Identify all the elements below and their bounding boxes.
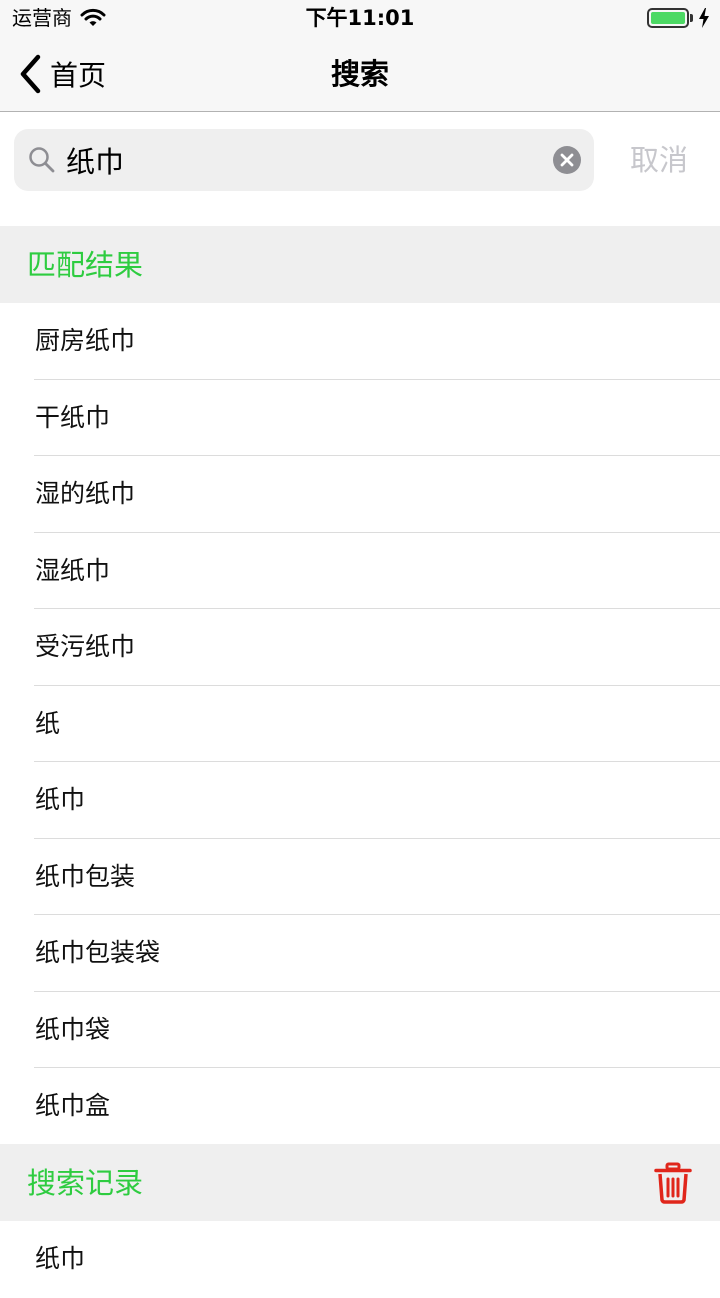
battery-indicator <box>647 8 710 28</box>
section-header-history: 搜索记录 <box>0 1144 720 1221</box>
list-item[interactable]: 纸巾 <box>0 1221 720 1298</box>
charging-bolt-icon <box>699 8 709 28</box>
matches-list: 厨房纸巾干纸巾湿的纸巾湿纸巾受污纸巾纸纸巾纸巾包装纸巾包装袋纸巾袋纸巾盒 <box>0 303 720 1145</box>
list-item-label: 纸巾包装 <box>35 861 136 891</box>
list-item[interactable]: 湿纸巾 <box>0 533 720 610</box>
section-title-history: 搜索记录 <box>27 1166 144 1200</box>
list-item-label: 纸巾 <box>35 1244 86 1273</box>
list-item[interactable]: 纸巾包装 <box>0 839 720 916</box>
list-item[interactable]: 纸巾包装袋 <box>0 915 720 992</box>
list-item[interactable]: 厨房纸巾 <box>0 303 720 380</box>
search-icon <box>29 147 55 173</box>
page-title: 搜索 <box>330 57 389 91</box>
list-item[interactable]: 纸 <box>0 686 720 763</box>
battery-icon <box>647 8 689 28</box>
cancel-button[interactable]: 取消 <box>630 140 688 180</box>
list-item-label: 纸巾包装袋 <box>35 938 161 967</box>
clear-icon[interactable] <box>553 146 581 174</box>
list-item-label: 厨房纸巾 <box>35 326 136 355</box>
list-item-label: 纸巾盒 <box>35 1091 111 1120</box>
list-item[interactable]: 纸巾 <box>0 762 720 839</box>
status-bar: 运营商 下午11:01 <box>0 0 720 36</box>
list-item[interactable]: 纸巾袋 <box>0 992 720 1069</box>
section-header-matches: 匹配结果 <box>0 226 720 303</box>
list-item-label: 纸巾袋 <box>35 1014 111 1044</box>
battery-nub <box>690 14 693 22</box>
battery-fill <box>651 12 685 24</box>
list-item-label: 受污纸巾 <box>35 632 136 661</box>
list-item-label: 纸巾 <box>35 785 86 814</box>
list-item-label: 干纸巾 <box>35 402 111 432</box>
list-item-label: 湿纸巾 <box>35 555 111 585</box>
search-area: 取消 <box>0 112 720 226</box>
navigation-bar: 首页 搜索 <box>0 36 720 112</box>
list-item[interactable]: 受污纸巾 <box>0 609 720 686</box>
list-item[interactable]: 干纸巾 <box>0 380 720 457</box>
list-item-label: 纸 <box>35 708 61 738</box>
history-list: 纸巾 <box>0 1221 720 1298</box>
section-title-matches: 匹配结果 <box>27 248 144 282</box>
search-bar[interactable] <box>14 129 594 191</box>
list-item[interactable]: 湿的纸巾 <box>0 456 720 533</box>
trash-icon[interactable] <box>654 1162 692 1204</box>
list-item-label: 湿的纸巾 <box>35 479 136 508</box>
search-input[interactable] <box>66 137 536 183</box>
status-time: 下午11:01 <box>305 6 415 30</box>
list-item[interactable]: 纸巾盒 <box>0 1068 720 1145</box>
